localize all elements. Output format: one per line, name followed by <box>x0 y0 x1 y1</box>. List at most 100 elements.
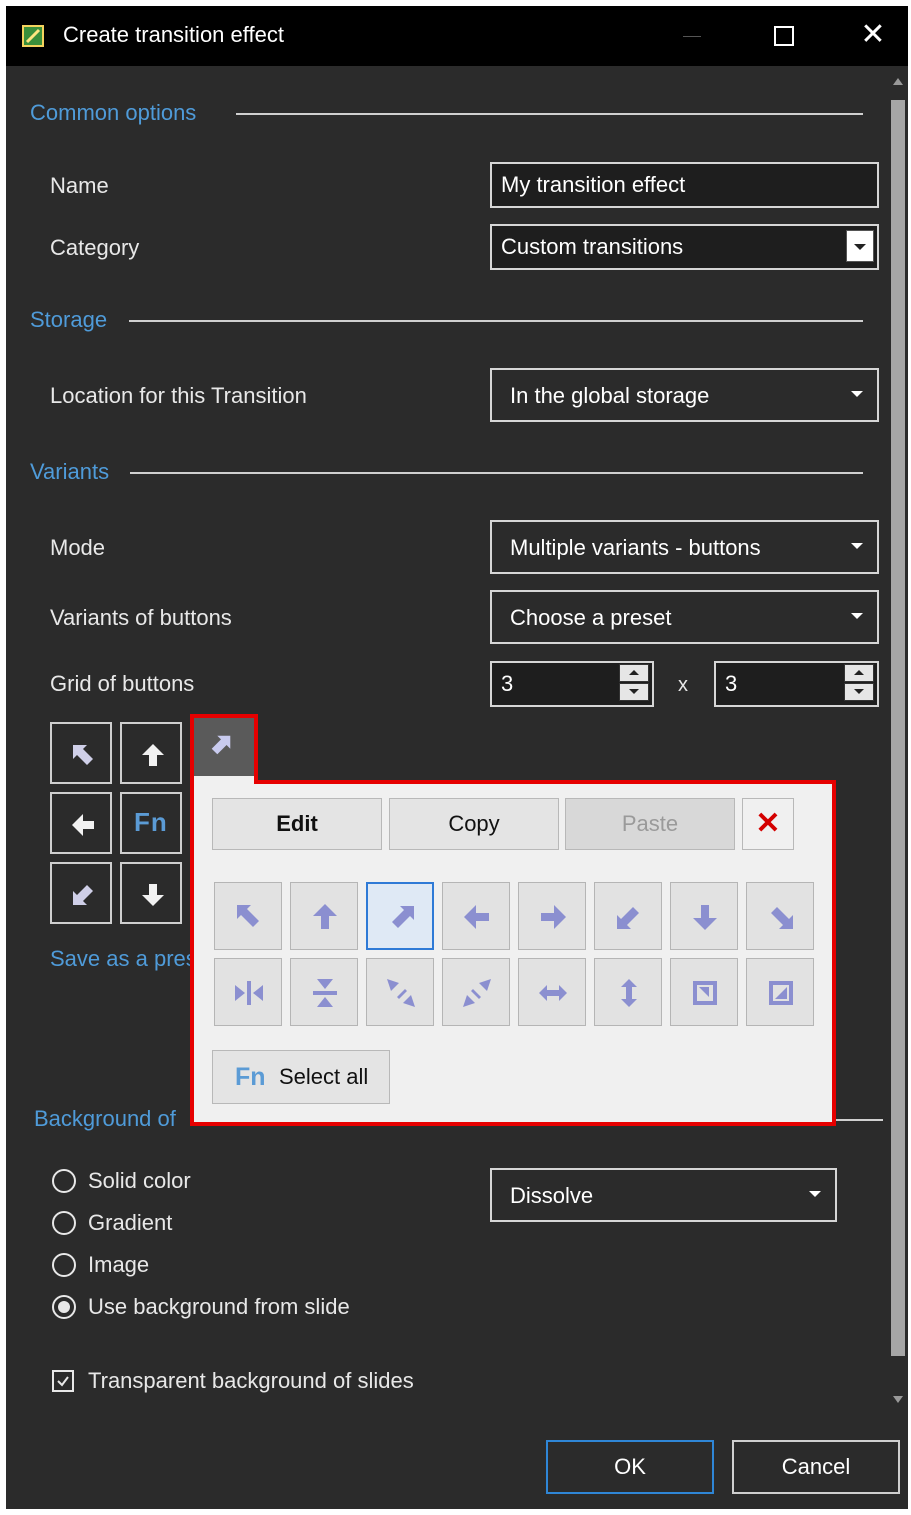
variant-button-down[interactable] <box>120 862 182 924</box>
expand-vertical-icon <box>621 979 637 1007</box>
preset-button[interactable] <box>290 958 358 1026</box>
shrink-corner-icon <box>693 981 717 1005</box>
dialog-footer: OK Cancel <box>6 1418 908 1509</box>
stepper-down-icon[interactable] <box>844 683 874 701</box>
variants-preset-value: Choose a preset <box>510 605 672 630</box>
fn-icon: Fn <box>134 807 168 837</box>
transparent-background-label: Transparent background of slides <box>88 1368 414 1393</box>
arrow-left-icon <box>72 814 94 836</box>
arrow-down-icon <box>142 884 164 906</box>
arrow-down-left-icon <box>617 907 639 929</box>
section-variants: Variants <box>30 459 110 484</box>
transparent-background-checkbox[interactable] <box>52 1370 74 1392</box>
scroll-down-icon[interactable] <box>893 1396 903 1403</box>
location-label: Location for this Transition <box>50 383 307 408</box>
name-input[interactable]: My transition effect <box>490 162 879 208</box>
arrow-up-left-icon <box>73 745 93 765</box>
variant-button-down-left[interactable] <box>50 862 112 924</box>
stepper-down-icon[interactable] <box>619 683 649 701</box>
variant-button-fn[interactable]: Fn <box>120 792 182 854</box>
preset-button[interactable] <box>746 958 814 1026</box>
radio-gradient[interactable] <box>52 1211 76 1235</box>
preset-button[interactable] <box>214 882 282 950</box>
variants-preset-select[interactable]: Choose a preset <box>490 590 879 644</box>
delete-icon[interactable]: ✕ <box>742 798 794 850</box>
preset-button[interactable] <box>442 958 510 1026</box>
variant-button-up-right-selected[interactable] <box>190 714 258 784</box>
section-divider <box>836 1119 883 1121</box>
radio-label: Solid color <box>88 1168 191 1193</box>
copy-button[interactable]: Copy <box>389 798 559 850</box>
maximize-button[interactable] <box>748 6 818 66</box>
variants-of-buttons-label: Variants of buttons <box>50 605 232 630</box>
chevron-down-icon[interactable] <box>846 230 874 262</box>
preset-button[interactable] <box>366 882 434 950</box>
radio-use-background-from-slide[interactable] <box>52 1295 76 1319</box>
section-divider <box>236 113 863 115</box>
collapse-vertical-icon <box>313 979 337 1007</box>
section-divider <box>130 472 863 474</box>
variant-button-left[interactable] <box>50 792 112 854</box>
scroll-up-icon[interactable] <box>893 78 903 85</box>
preset-button[interactable] <box>518 958 586 1026</box>
preset-button[interactable] <box>518 882 586 950</box>
grid-rows-value: 3 <box>725 671 738 696</box>
name-input-value: My transition effect <box>501 172 686 197</box>
collapse-horizontal-icon <box>235 981 263 1005</box>
dialog-window: Create transition effect ✕ Common option… <box>6 6 908 1509</box>
section-common-options: Common options <box>30 100 197 125</box>
arrow-up-icon <box>142 744 164 766</box>
preset-button[interactable] <box>442 882 510 950</box>
grid-columns-value: 3 <box>501 671 514 696</box>
location-value: In the global storage <box>510 383 710 408</box>
paste-button[interactable]: Paste <box>565 798 735 850</box>
preset-button[interactable] <box>366 958 434 1026</box>
ok-button[interactable]: OK <box>546 1440 714 1494</box>
background-effect-select[interactable]: Dissolve <box>490 1168 837 1222</box>
vertical-scrollbar[interactable] <box>888 66 908 1418</box>
chevron-down-icon <box>851 543 863 549</box>
checkmark-icon <box>57 1376 69 1387</box>
minimize-button[interactable] <box>656 6 726 66</box>
stepper-up-icon[interactable] <box>844 664 874 682</box>
arrow-up-left-icon <box>237 905 259 927</box>
name-label: Name <box>50 173 109 198</box>
mode-select[interactable]: Multiple variants - buttons <box>490 520 879 574</box>
radio-label: Use background from slide <box>88 1294 350 1319</box>
category-combo[interactable]: Custom transitions <box>490 224 879 270</box>
preset-button[interactable] <box>594 958 662 1026</box>
save-as-preset-link[interactable]: Save as a pres <box>50 946 197 972</box>
preset-button[interactable] <box>594 882 662 950</box>
preset-button[interactable] <box>670 882 738 950</box>
expand-corner-icon <box>769 981 793 1005</box>
radio-image[interactable] <box>52 1253 76 1277</box>
section-background: Background of <box>34 1106 176 1131</box>
title-bar: Create transition effect ✕ <box>6 6 908 66</box>
collapse-diagonal-alt-icon <box>463 979 491 1007</box>
select-all-label: Select all <box>279 1064 369 1089</box>
mode-label: Mode <box>50 535 106 560</box>
preset-button[interactable] <box>670 958 738 1026</box>
location-select[interactable]: In the global storage <box>490 368 879 422</box>
window-title: Create transition effect <box>63 22 284 47</box>
radio-solid-color[interactable] <box>52 1169 76 1193</box>
section-divider <box>129 320 863 322</box>
variant-button-up-left[interactable] <box>50 722 112 784</box>
preset-button[interactable] <box>290 882 358 950</box>
edit-button[interactable]: Edit <box>212 798 382 850</box>
select-all-button[interactable]: Fn Select all <box>212 1050 390 1104</box>
grid-rows-stepper[interactable]: 3 <box>714 661 879 707</box>
background-effect-value: Dissolve <box>510 1183 594 1208</box>
app-icon <box>22 25 44 47</box>
category-label: Category <box>50 235 140 260</box>
grid-columns-stepper[interactable]: 3 <box>490 661 654 707</box>
preset-button[interactable] <box>746 882 814 950</box>
preset-button[interactable] <box>214 958 282 1026</box>
variant-button-up[interactable] <box>120 722 182 784</box>
cancel-button[interactable]: Cancel <box>732 1440 900 1494</box>
chevron-down-icon <box>809 1191 821 1197</box>
close-button[interactable]: ✕ <box>838 6 908 66</box>
chevron-down-icon <box>851 391 863 397</box>
scroll-thumb[interactable] <box>891 100 905 1356</box>
stepper-up-icon[interactable] <box>619 664 649 682</box>
